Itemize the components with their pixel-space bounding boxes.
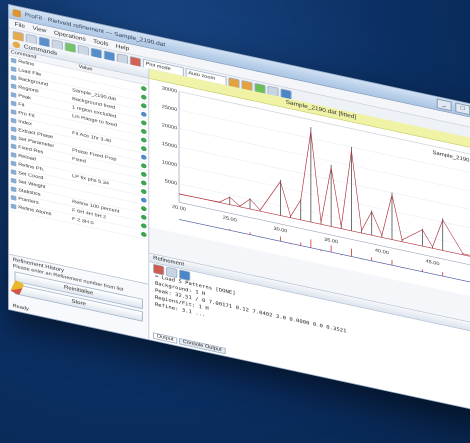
- command-icon: [10, 83, 17, 90]
- command-icon: [10, 100, 17, 107]
- status-dot-icon: [140, 197, 147, 204]
- y-tick-label: 5000: [165, 179, 177, 187]
- app-window: ProFit · Rietveld refinement — Sample_21…: [8, 4, 470, 415]
- minimize-button[interactable]: _: [436, 98, 452, 112]
- status-dot-icon: [140, 119, 147, 126]
- x-tick-label: 45.00: [426, 259, 440, 267]
- menu-view[interactable]: View: [32, 25, 46, 33]
- command-icon: [10, 91, 17, 98]
- command-icon: [10, 160, 17, 167]
- command-icon: [10, 169, 17, 176]
- status-dot-icon: [140, 111, 147, 118]
- status-dot-icon: [140, 85, 147, 92]
- status-dot-icon: [140, 231, 147, 238]
- x-tick-label: 35.00: [324, 237, 338, 245]
- status-dot-icon: [140, 102, 147, 109]
- x-tick-label: 20.00: [172, 204, 186, 212]
- y-tick-label: 10000: [162, 160, 178, 169]
- command-icon: [10, 143, 17, 150]
- y-tick-label: 15000: [162, 141, 178, 150]
- history-panel: Refinement History Please enter an Refin…: [8, 253, 149, 340]
- y-tick-label: 25000: [162, 104, 178, 113]
- status-dot-icon: [140, 162, 147, 169]
- y-tick-label: 30000: [162, 86, 178, 95]
- tab-console-output[interactable]: Console Output: [179, 337, 226, 355]
- command-icon: [10, 186, 17, 193]
- command-icon: [10, 177, 17, 184]
- status-text: Ready: [12, 303, 29, 312]
- command-icon: [10, 117, 17, 124]
- status-dot-icon: [140, 205, 147, 212]
- status-dot-icon: [140, 180, 147, 186]
- command-icon: [10, 134, 17, 141]
- command-icon: [10, 109, 17, 115]
- status-dot-icon: [140, 145, 147, 152]
- command-icon: [10, 57, 17, 64]
- status-dot-icon: [140, 171, 147, 178]
- command-icon: [10, 152, 17, 158]
- stage: ProFit · Rietveld refinement — Sample_21…: [0, 0, 470, 443]
- status-dot-icon: [140, 188, 147, 195]
- status-dot-icon: [140, 128, 147, 135]
- x-tick-label: 25.00: [223, 215, 237, 223]
- app-icon: [12, 8, 22, 18]
- commands-icon: [12, 40, 21, 49]
- command-panel: Commands Command Value Refine Load File Ba…: [8, 38, 150, 340]
- command-icon: [10, 194, 17, 201]
- status-dot-icon: [140, 154, 147, 161]
- command-icon: [10, 74, 17, 81]
- command-icon: [10, 203, 17, 210]
- status-dot-icon: [140, 137, 147, 143]
- console-tabs: Output Console Output: [153, 332, 226, 355]
- menu-tools[interactable]: Tools: [93, 38, 108, 47]
- menu-file[interactable]: File: [15, 21, 25, 29]
- x-tick-label: 40.00: [375, 248, 389, 256]
- maximize-button[interactable]: □: [455, 102, 470, 116]
- tab-output[interactable]: Output: [153, 332, 178, 344]
- status-dot-icon: [140, 214, 147, 221]
- menu-help[interactable]: Help: [116, 43, 129, 51]
- x-tick-label: 30.00: [273, 226, 287, 234]
- status-dot-icon: [140, 94, 147, 101]
- command-list: Refine Load File Background Sample_2190.dat…: [8, 55, 149, 241]
- y-tick-label: 20000: [162, 123, 178, 132]
- command-icon: [10, 126, 17, 133]
- status-dot-icon: [140, 222, 147, 229]
- command-icon: [10, 66, 17, 73]
